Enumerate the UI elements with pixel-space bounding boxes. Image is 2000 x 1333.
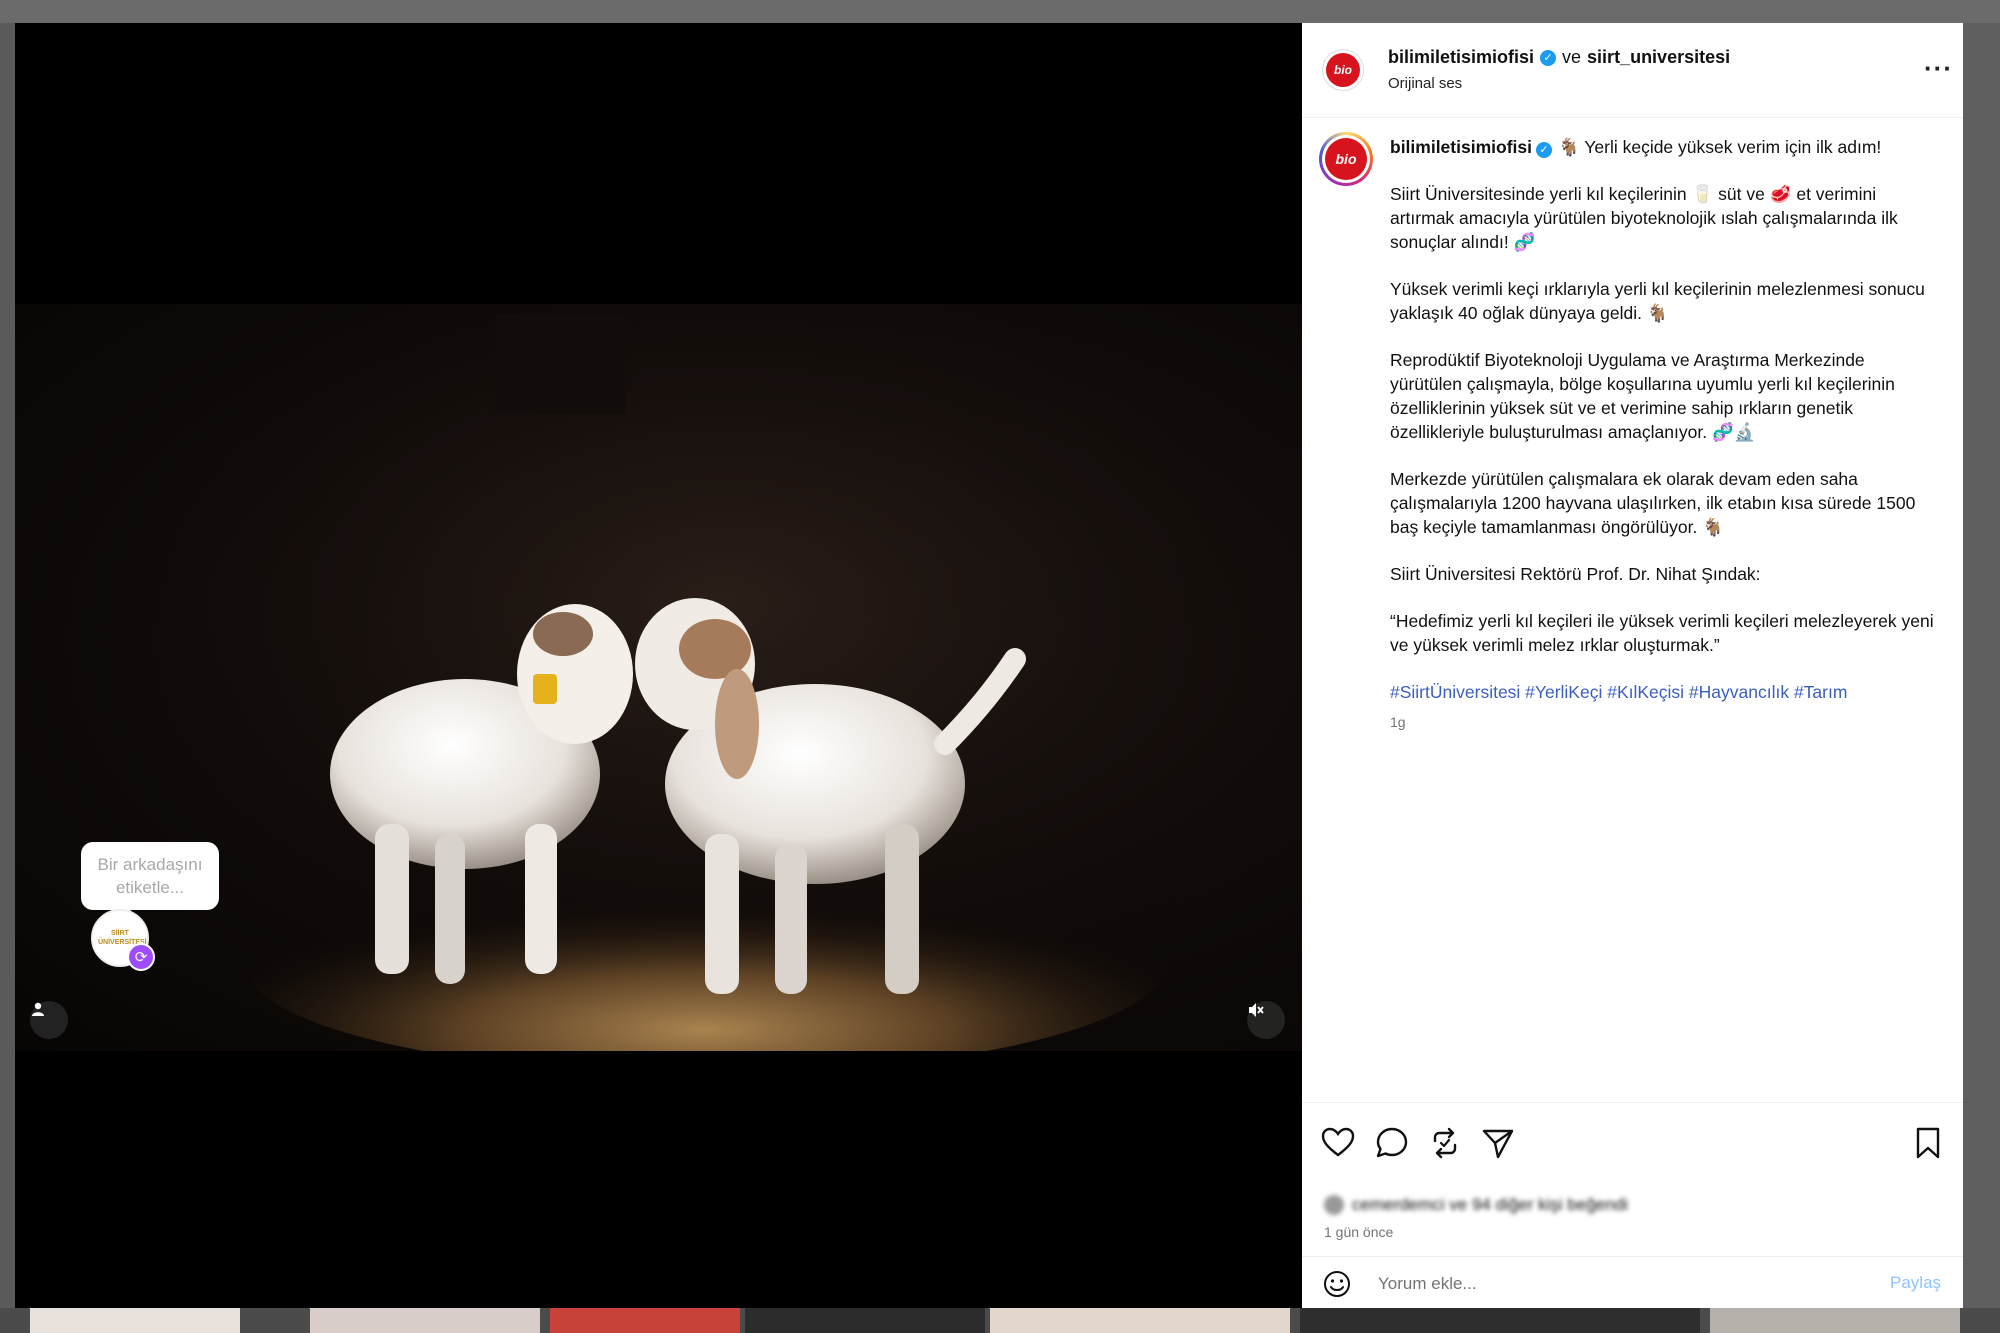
author-username-link[interactable]: bilimiletisimiofisi bbox=[1388, 47, 1534, 68]
collaborator-username-link[interactable]: siirt_universitesi bbox=[1587, 47, 1730, 68]
caption-headline: 🐐 Yerli keçide yüksek verim için ilk adı… bbox=[1557, 137, 1882, 157]
goat-kids-photo bbox=[15, 304, 1302, 1051]
share-send-icon[interactable] bbox=[1480, 1125, 1516, 1161]
comment-composer: Paylaş bbox=[1302, 1256, 1963, 1310]
post-details-panel: bio bilimiletisimiofisi ✓ ve siirt_unive… bbox=[1302, 23, 1963, 1308]
caption-paragraph-2: Yüksek verimli keçi ırklarıyla yerli kıl… bbox=[1390, 279, 1925, 323]
bio-logo: bio bbox=[1326, 53, 1360, 87]
audio-label[interactable]: Orijinal ses bbox=[1388, 75, 1462, 92]
mute-toggle-button[interactable] bbox=[1247, 1001, 1285, 1039]
caption-paragraph-3: Reprodüktif Biyoteknoloji Uygulama ve Ar… bbox=[1390, 350, 1895, 442]
likes-summary[interactable]: cemerdemci ve 94 diğer kişi beğendi bbox=[1324, 1195, 1628, 1215]
bio-logo-text: bio bbox=[1335, 151, 1357, 167]
emoji-picker-icon[interactable] bbox=[1322, 1269, 1352, 1299]
background-edge-right bbox=[1963, 23, 2000, 1308]
caption-hashtags[interactable]: #SiirtÜniversitesi #YerliKeçi #KılKeçisi… bbox=[1390, 680, 1938, 704]
liker-avatar bbox=[1324, 1195, 1344, 1215]
caption-timestamp: 1g bbox=[1390, 714, 1406, 730]
collab-connector: ve bbox=[1562, 47, 1582, 67]
caption-paragraph-6: “Hedefimiz yerli kıl keçileri ile yüksek… bbox=[1390, 611, 1934, 655]
post-media[interactable]: Bir arkadaşını etiketle... SİİRT ÜNİVERS… bbox=[15, 23, 1302, 1308]
collab-refresh-badge-icon: ⟳ bbox=[127, 943, 155, 971]
bookmark-save-icon[interactable] bbox=[1910, 1125, 1946, 1161]
caption-paragraph-5: Siirt Üniversitesi Rektörü Prof. Dr. Nih… bbox=[1390, 564, 1761, 584]
repost-icon[interactable] bbox=[1427, 1125, 1463, 1161]
like-heart-icon[interactable] bbox=[1320, 1125, 1356, 1161]
likes-text: cemerdemci ve 94 diğer kişi beğendi bbox=[1352, 1195, 1628, 1214]
bio-logo-text: bio bbox=[1334, 63, 1352, 77]
verified-badge-icon: ✓ bbox=[1535, 142, 1552, 158]
muted-speaker-icon bbox=[1249, 1003, 1264, 1017]
post-actions: cemerdemci ve 94 diğer kişi beğendi 1 gü… bbox=[1302, 1102, 1963, 1309]
caption-first-line: bilimiletisimiofisi ✓ 🐐 Yerli keçide yükse… bbox=[1390, 135, 1938, 159]
background-feed-strip bbox=[0, 1308, 2000, 1333]
background-edge-left bbox=[0, 23, 15, 1308]
comment-bubble-icon[interactable] bbox=[1374, 1125, 1410, 1161]
video-player[interactable]: Bir arkadaşını etiketle... SİİRT ÜNİVERS… bbox=[15, 304, 1302, 1051]
author-avatar[interactable]: bio bbox=[1322, 49, 1364, 91]
post-caption: bilimiletisimiofisi ✓ 🐐 Yerli keçide yükse… bbox=[1390, 135, 1938, 734]
more-options-icon[interactable]: ··· bbox=[1924, 53, 1953, 84]
post-header: bio bilimiletisimiofisi ✓ ve siirt_unive… bbox=[1302, 23, 1963, 118]
tag-friend-tooltip[interactable]: Bir arkadaşını etiketle... bbox=[81, 842, 219, 920]
caption-paragraph-1: Siirt Üniversitesinde yerli kıl keçileri… bbox=[1390, 184, 1898, 252]
caption-author-avatar[interactable]: bio bbox=[1319, 132, 1373, 186]
comment-input[interactable] bbox=[1376, 1269, 1820, 1299]
author-names: bilimiletisimiofisi ✓ ve siirt_universit… bbox=[1388, 47, 1730, 68]
verified-badge-icon: ✓ bbox=[1540, 49, 1557, 66]
caption-paragraph-4: Merkezde yürütülen çalışmalara ek olarak… bbox=[1390, 469, 1916, 537]
tagged-users-button[interactable] bbox=[30, 1001, 68, 1039]
caption-username-link[interactable]: bilimiletisimiofisi bbox=[1390, 137, 1532, 157]
post-age: 1 gün önce bbox=[1324, 1224, 1394, 1240]
post-comment-button[interactable]: Paylaş bbox=[1890, 1273, 1941, 1293]
person-icon bbox=[32, 1002, 44, 1016]
bio-logo: bio bbox=[1325, 138, 1367, 180]
background-strip-top bbox=[0, 0, 2000, 23]
